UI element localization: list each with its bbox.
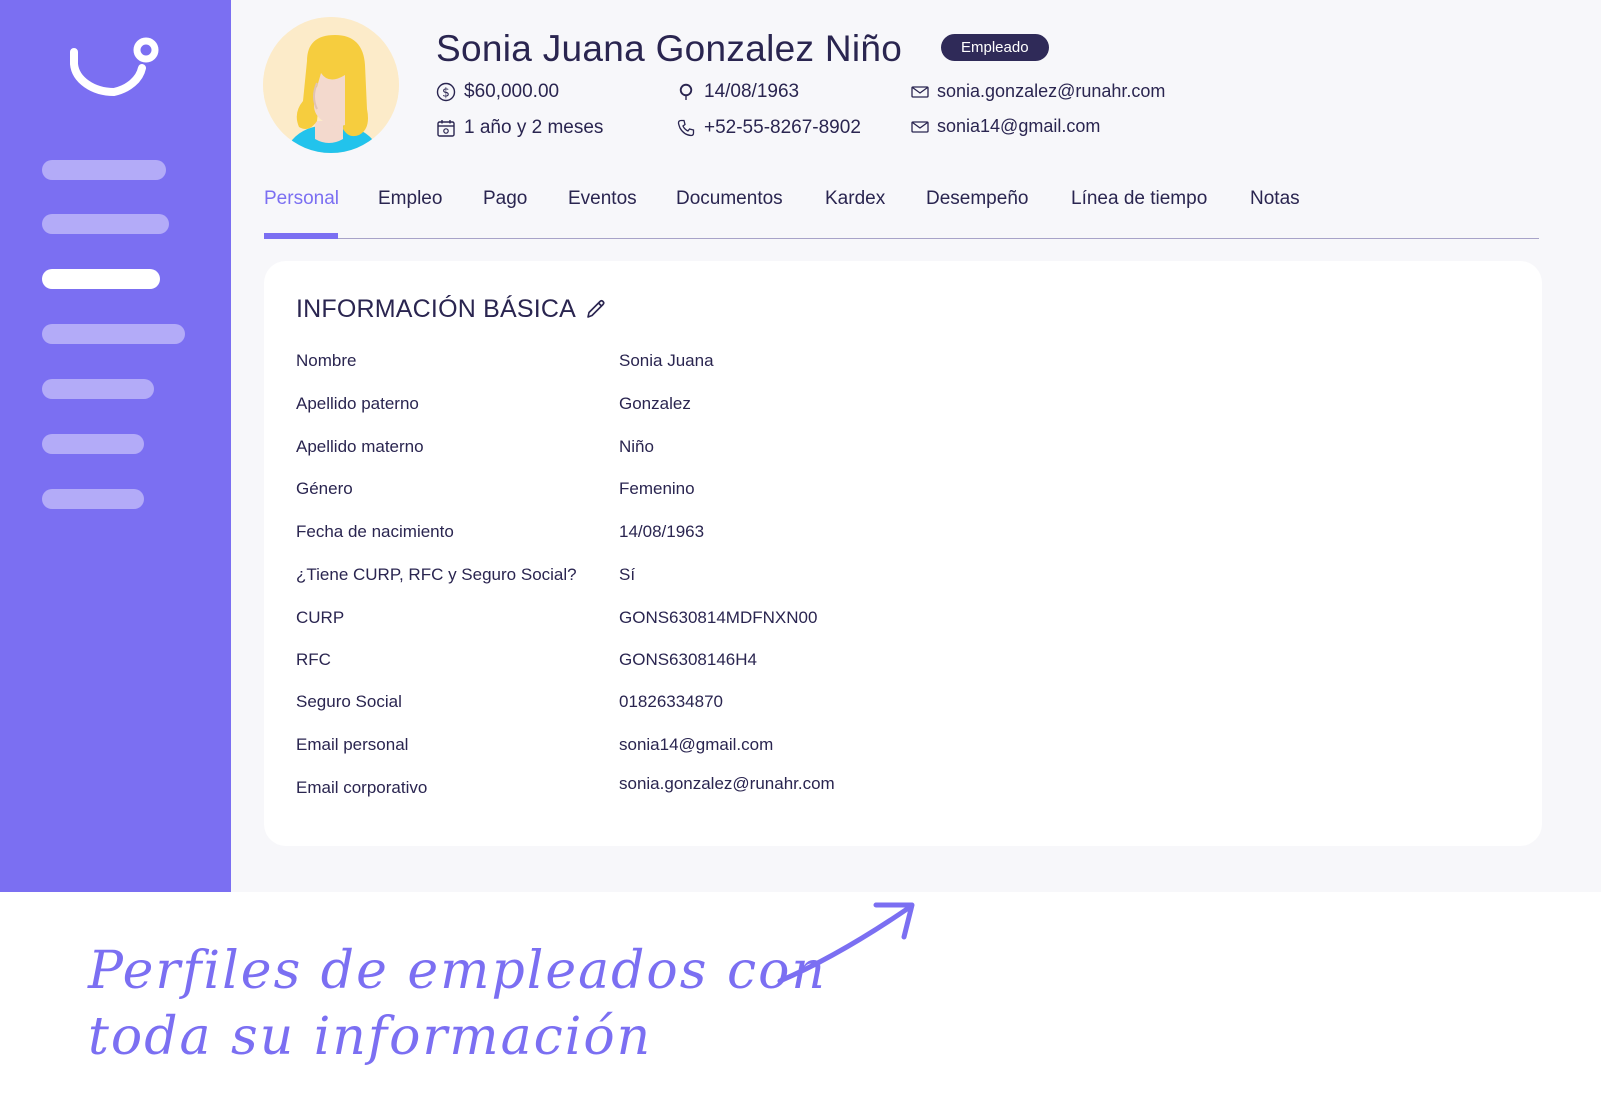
sidebar-item-6[interactable] bbox=[42, 434, 144, 454]
value-genero: Femenino bbox=[619, 479, 695, 498]
sidebar-item-2[interactable] bbox=[42, 214, 169, 234]
pencil-icon[interactable] bbox=[584, 297, 608, 321]
phone-value: +52-55-8267-8902 bbox=[704, 117, 861, 138]
dollar-circle-icon: $ bbox=[436, 82, 456, 102]
value-apellido-paterno: Gonzalez bbox=[619, 394, 691, 413]
label-email-corporativo: Email corporativo bbox=[296, 778, 428, 797]
value-seguro-social: 01826334870 bbox=[619, 692, 724, 711]
value-rfc: GONS6308146H4 bbox=[619, 650, 757, 669]
avatar bbox=[263, 17, 399, 153]
value-email-corporativo: sonia.gonzalez@runahr.com bbox=[619, 774, 835, 793]
svg-text:$: $ bbox=[442, 86, 450, 100]
basic-info-card: INFORMACIÓN BÁSICA Nombre Sonia Juana Ap… bbox=[264, 261, 1542, 846]
label-rfc: RFC bbox=[296, 650, 331, 669]
section-title: INFORMACIÓN BÁSICA bbox=[296, 295, 577, 323]
birthdate-value: 14/08/1963 bbox=[704, 81, 800, 102]
tab-personal[interactable]: Personal bbox=[264, 188, 339, 210]
tab-desempeno[interactable]: Desempeño bbox=[926, 188, 1028, 210]
label-tiene-curp-rfc: ¿Tiene CURP, RFC y Seguro Social? bbox=[296, 565, 577, 584]
mail-icon bbox=[911, 120, 929, 133]
sidebar-item-1[interactable] bbox=[42, 160, 166, 180]
employee-name: Sonia Juana Gonzalez Niño bbox=[436, 28, 903, 69]
tenure-info: 1 año y 2 meses bbox=[436, 117, 603, 139]
tab-eventos[interactable]: Eventos bbox=[568, 188, 637, 210]
sidebar-item-5[interactable] bbox=[42, 379, 154, 399]
value-nombre: Sonia Juana bbox=[619, 351, 714, 370]
label-apellido-materno: Apellido materno bbox=[296, 437, 424, 456]
salary-info: $ $60,000.00 bbox=[436, 81, 559, 103]
location-pin-icon bbox=[679, 83, 693, 100]
corporate-email-value[interactable]: sonia.gonzalez@runahr.com bbox=[937, 81, 1165, 102]
label-nombre: Nombre bbox=[296, 351, 357, 370]
label-email-personal: Email personal bbox=[296, 735, 409, 754]
value-curp: GONS630814MDFNXN00 bbox=[619, 608, 818, 627]
phone-icon bbox=[677, 119, 695, 137]
avatar-illustration bbox=[263, 17, 399, 153]
status-badge: Empleado bbox=[941, 34, 1049, 61]
logo-icon[interactable] bbox=[68, 34, 160, 98]
personal-email-info: sonia14@gmail.com bbox=[911, 116, 1100, 137]
label-curp: CURP bbox=[296, 608, 345, 627]
sidebar-item-7[interactable] bbox=[42, 489, 144, 509]
active-tab-indicator bbox=[264, 233, 338, 239]
value-email-personal: sonia14@gmail.com bbox=[619, 735, 774, 754]
app-window: Sonia Juana Gonzalez Niño Empleado $ $60… bbox=[0, 0, 1601, 892]
tab-pago[interactable]: Pago bbox=[483, 188, 527, 210]
label-seguro-social: Seguro Social bbox=[296, 692, 402, 711]
tab-empleo[interactable]: Empleo bbox=[378, 188, 442, 210]
salary-value: $60,000.00 bbox=[464, 81, 560, 102]
calendar-icon bbox=[437, 120, 455, 137]
tenure-value: 1 año y 2 meses bbox=[464, 117, 604, 138]
value-tiene-curp-rfc: Sí bbox=[619, 565, 636, 584]
mail-icon bbox=[911, 85, 929, 98]
caption-line-1: Perfiles de empleados con bbox=[88, 941, 827, 1001]
tab-documentos[interactable]: Documentos bbox=[676, 188, 783, 210]
sidebar bbox=[0, 0, 231, 892]
caption-line-2: toda su información bbox=[88, 1007, 653, 1067]
profile-tabs: Personal Empleo Pago Eventos Documentos … bbox=[264, 186, 1539, 239]
marketing-caption: Perfiles de empleados con toda su inform… bbox=[88, 938, 827, 1070]
sidebar-item-4[interactable] bbox=[42, 324, 185, 344]
birthdate-info: 14/08/1963 bbox=[676, 81, 799, 103]
label-apellido-paterno: Apellido paterno bbox=[296, 394, 419, 413]
value-apellido-materno: Niño bbox=[619, 437, 654, 456]
phone-info: +52-55-8267-8902 bbox=[676, 117, 861, 139]
label-genero: Género bbox=[296, 479, 353, 498]
tab-notas[interactable]: Notas bbox=[1250, 188, 1300, 210]
arrow-icon bbox=[777, 902, 915, 984]
tab-linea-de-tiempo[interactable]: Línea de tiempo bbox=[1071, 188, 1207, 210]
tab-kardex[interactable]: Kardex bbox=[825, 188, 885, 210]
personal-email-value[interactable]: sonia14@gmail.com bbox=[937, 116, 1100, 137]
corporate-email-info: sonia.gonzalez@runahr.com bbox=[911, 81, 1165, 102]
label-fecha-nacimiento: Fecha de nacimiento bbox=[296, 522, 454, 541]
sidebar-item-3-active[interactable] bbox=[42, 269, 160, 289]
value-fecha-nacimiento: 14/08/1963 bbox=[619, 522, 705, 541]
